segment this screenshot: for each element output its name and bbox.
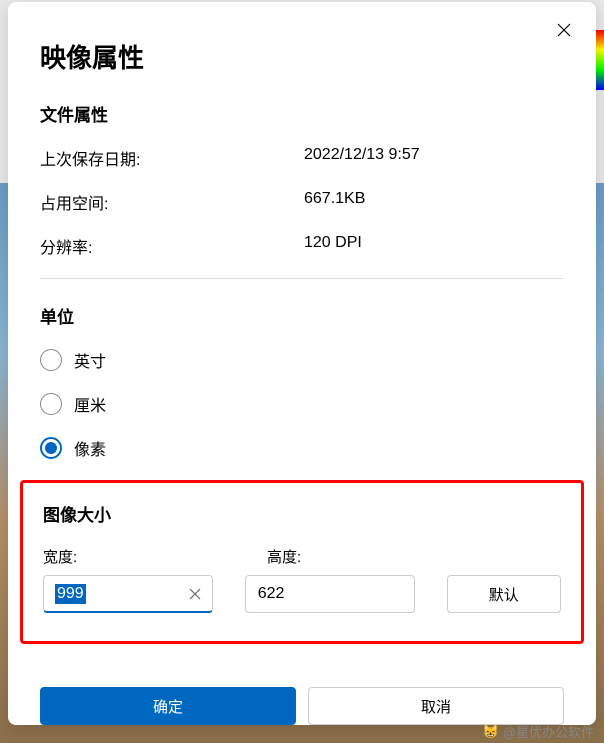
image-properties-dialog: 映像属性 文件属性 上次保存日期: 2022/12/13 9:57 占用空间: … bbox=[8, 2, 596, 725]
width-label: 宽度: bbox=[43, 546, 213, 567]
size-on-disk-row: 占用空间: 667.1KB bbox=[40, 190, 564, 214]
last-saved-label: 上次保存日期: bbox=[40, 146, 304, 170]
size-on-disk-value: 667.1KB bbox=[304, 190, 365, 214]
resolution-value: 120 DPI bbox=[304, 234, 362, 258]
height-input[interactable] bbox=[245, 575, 415, 613]
radio-cm[interactable]: 厘米 bbox=[40, 392, 564, 416]
resolution-label: 分辨率: bbox=[40, 234, 304, 258]
size-on-disk-label: 占用空间: bbox=[40, 190, 304, 214]
radio-icon bbox=[40, 393, 62, 415]
close-icon bbox=[557, 23, 571, 37]
radio-pixels-label: 像素 bbox=[74, 436, 106, 460]
image-size-highlight: 图像大小 宽度: 高度: 999 默认 bbox=[20, 480, 584, 644]
default-button[interactable]: 默认 bbox=[447, 575, 562, 613]
clear-input-button[interactable] bbox=[187, 586, 203, 602]
height-label: 高度: bbox=[267, 546, 437, 567]
last-saved-value: 2022/12/13 9:57 bbox=[304, 146, 420, 170]
image-size-heading: 图像大小 bbox=[43, 501, 561, 526]
clear-x-icon bbox=[189, 588, 201, 600]
divider bbox=[40, 278, 564, 279]
resolution-row: 分辨率: 120 DPI bbox=[40, 234, 564, 258]
radio-inches-label: 英寸 bbox=[74, 348, 106, 372]
radio-icon bbox=[40, 349, 62, 371]
file-properties-heading: 文件属性 bbox=[40, 101, 564, 126]
radio-cm-label: 厘米 bbox=[74, 392, 106, 416]
last-saved-row: 上次保存日期: 2022/12/13 9:57 bbox=[40, 146, 564, 170]
units-heading: 单位 bbox=[40, 303, 564, 328]
radio-pixels[interactable]: 像素 bbox=[40, 436, 564, 460]
watermark-icon: 😸 bbox=[483, 724, 499, 740]
dialog-title: 映像属性 bbox=[40, 38, 564, 75]
watermark: 😸 @星优办公软件 bbox=[483, 722, 594, 741]
ok-button[interactable]: 确定 bbox=[40, 687, 296, 725]
radio-inches[interactable]: 英寸 bbox=[40, 348, 564, 372]
radio-icon-selected bbox=[40, 437, 62, 459]
watermark-text: @星优办公软件 bbox=[503, 722, 594, 741]
close-button[interactable] bbox=[548, 14, 580, 46]
cancel-button[interactable]: 取消 bbox=[308, 687, 564, 725]
